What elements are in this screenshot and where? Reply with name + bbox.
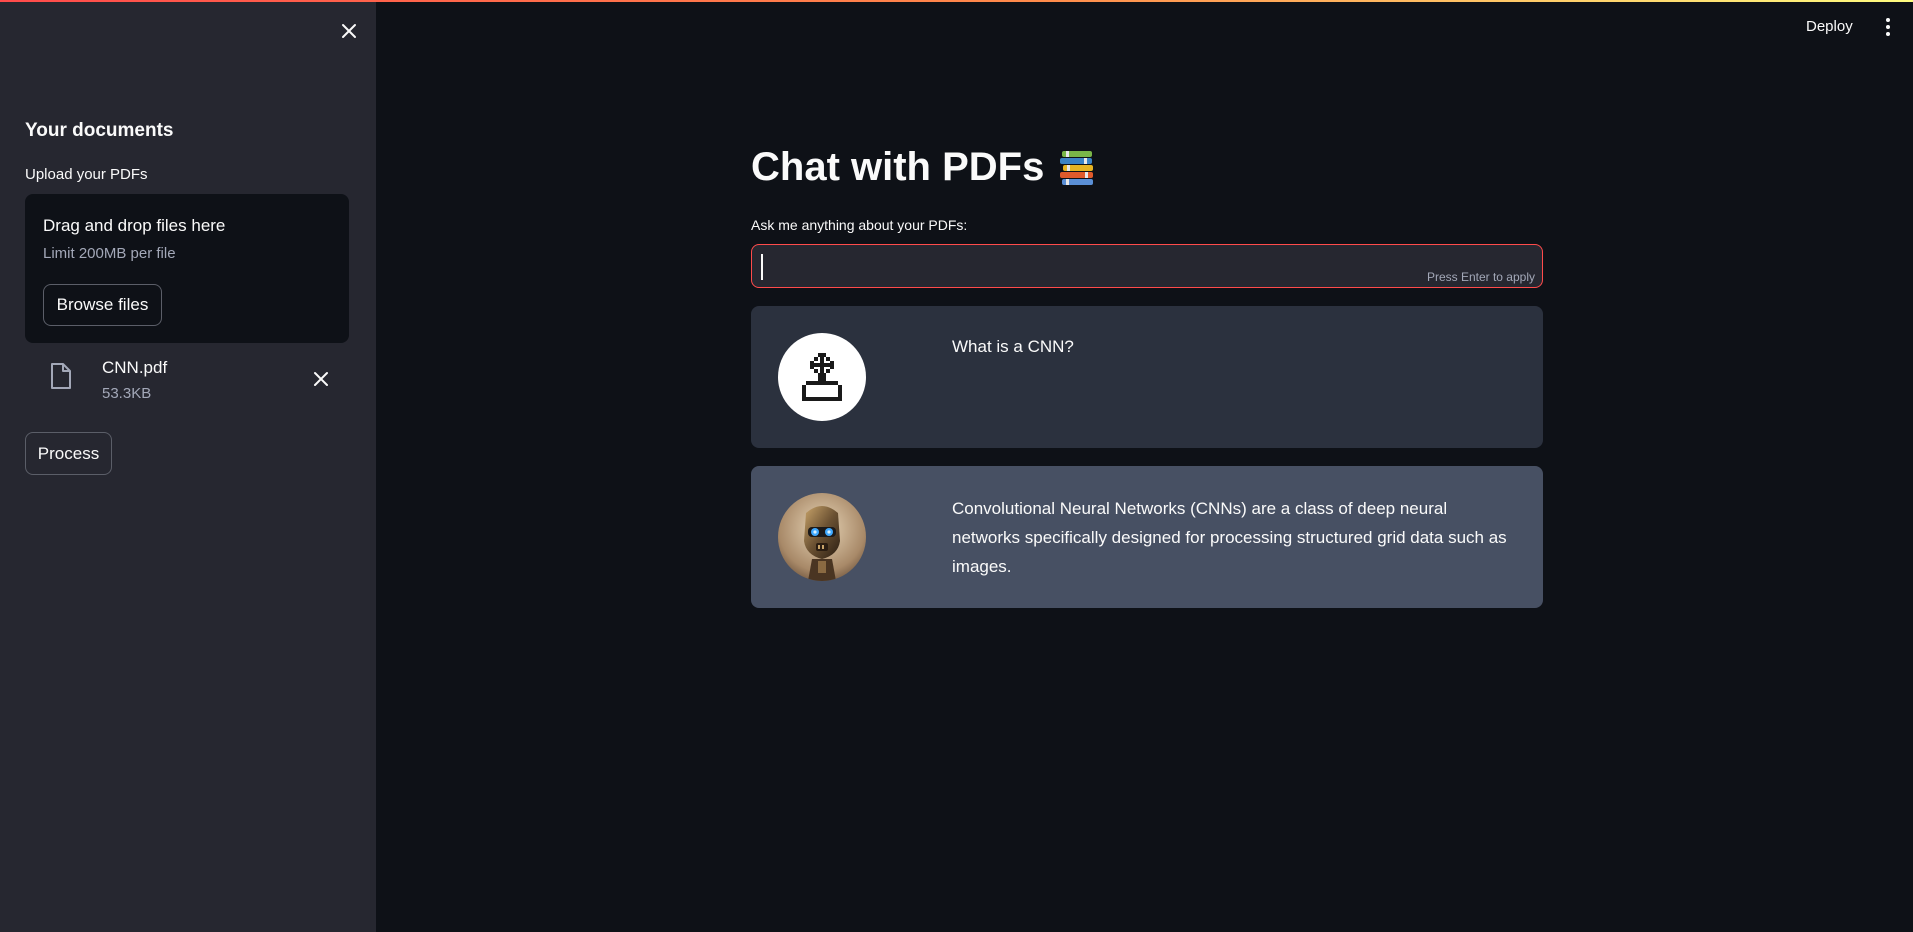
close-sidebar-icon[interactable] [336, 18, 362, 44]
process-button[interactable]: Process [25, 432, 112, 475]
sidebar: Your documents Upload your PDFs Drag and… [0, 0, 376, 932]
sidebar-heading: Your documents [25, 120, 174, 141]
page-title-text: Chat with PDFs [751, 145, 1045, 189]
file-size: 53.3KB [102, 385, 152, 402]
user-avatar-icon [778, 333, 866, 421]
question-input-box: Press Enter to apply [751, 244, 1543, 288]
uploaded-file-item: CNN.pdf 53.3KB [25, 352, 349, 408]
dropzone-title: Drag and drop files here [43, 216, 226, 235]
bot-message: Convolutional Neural Networks (CNNs) are… [751, 466, 1543, 608]
file-dropzone[interactable]: Drag and drop files here Limit 200MB per… [25, 194, 349, 343]
upload-label: Upload your PDFs [25, 166, 148, 183]
remove-file-icon[interactable] [311, 369, 331, 389]
bot-message-text: Convolutional Neural Networks (CNNs) are… [952, 499, 1507, 576]
file-name: CNN.pdf [102, 358, 168, 377]
robot-avatar [778, 493, 866, 581]
dropzone-limit: Limit 200MB per file [43, 245, 176, 262]
books-icon [1058, 148, 1098, 188]
text-cursor [761, 254, 763, 280]
deploy-button[interactable]: Deploy [1806, 18, 1853, 35]
browse-files-button[interactable]: Browse files [43, 284, 162, 326]
press-enter-hint: Press Enter to apply [1426, 270, 1535, 284]
question-label: Ask me anything about your PDFs: [751, 217, 968, 233]
file-icon [50, 362, 72, 390]
user-message: What is a CNN? [751, 306, 1543, 448]
main-menu-icon[interactable] [1884, 18, 1892, 38]
page-title: Chat with PDFs [751, 145, 1098, 190]
top-decoration-bar [0, 0, 1913, 2]
user-message-text: What is a CNN? [952, 337, 1074, 356]
question-input[interactable] [762, 251, 1402, 281]
